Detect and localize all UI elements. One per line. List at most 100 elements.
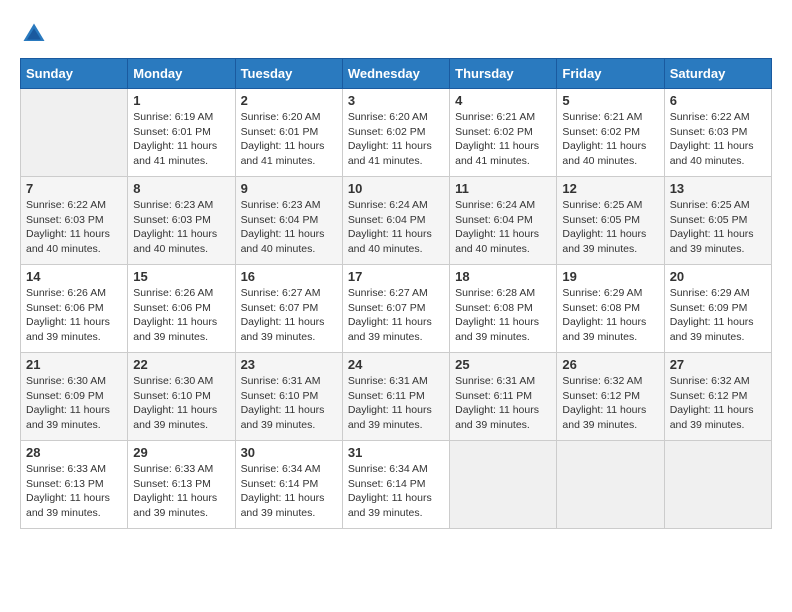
calendar-cell: 10Sunrise: 6:24 AMSunset: 6:04 PMDayligh… bbox=[342, 177, 449, 265]
day-info: Sunrise: 6:30 AMSunset: 6:10 PMDaylight:… bbox=[133, 374, 229, 433]
day-info: Sunrise: 6:23 AMSunset: 6:03 PMDaylight:… bbox=[133, 198, 229, 257]
calendar-cell: 30 Sunrise: 6:34 AMSunset: 6:14 PMDayligh… bbox=[235, 441, 342, 529]
day-number: 22 bbox=[133, 357, 229, 372]
logo bbox=[20, 20, 52, 48]
day-number: 23 bbox=[241, 357, 337, 372]
day-number: 19 bbox=[562, 269, 658, 284]
calendar-cell bbox=[664, 441, 771, 529]
calendar-cell: 8 Sunrise: 6:23 AMSunset: 6:03 PMDaylight… bbox=[128, 177, 235, 265]
week-row-1: 7 Sunrise: 6:22 AMSunset: 6:03 PMDaylight… bbox=[21, 177, 772, 265]
calendar-cell: 29 Sunrise: 6:33 AMSunset: 6:13 PMDayligh… bbox=[128, 441, 235, 529]
calendar-cell: 17Sunrise: 6:27 AMSunset: 6:07 PMDayligh… bbox=[342, 265, 449, 353]
day-info: Sunrise: 6:27 AMSunset: 6:07 PMDaylight:… bbox=[348, 286, 444, 345]
day-info: Sunrise: 6:28 AMSunset: 6:08 PMDaylight:… bbox=[455, 286, 551, 345]
calendar-cell: 25 Sunrise: 6:31 AMSunset: 6:11 PMDayligh… bbox=[450, 353, 557, 441]
day-info: Sunrise: 6:34 AMSunset: 6:14 PMDaylight:… bbox=[241, 462, 337, 521]
day-info: Sunrise: 6:21 AMSunset: 6:02 PMDaylight:… bbox=[562, 110, 658, 169]
day-info: Sunrise: 6:32 AMSunset: 6:12 PMDaylight:… bbox=[562, 374, 658, 433]
day-number: 15 bbox=[133, 269, 229, 284]
calendar-cell: 2 Sunrise: 6:20 AMSunset: 6:01 PMDaylight… bbox=[235, 89, 342, 177]
calendar-cell: 14Sunrise: 6:26 AMSunset: 6:06 PMDayligh… bbox=[21, 265, 128, 353]
day-number: 7 bbox=[26, 181, 122, 196]
day-info: Sunrise: 6:22 AMSunset: 6:03 PMDaylight:… bbox=[26, 198, 122, 257]
day-info: Sunrise: 6:25 AMSunset: 6:05 PMDaylight:… bbox=[670, 198, 766, 257]
day-info: Sunrise: 6:25 AMSunset: 6:05 PMDaylight:… bbox=[562, 198, 658, 257]
calendar-cell: 22 Sunrise: 6:30 AMSunset: 6:10 PMDayligh… bbox=[128, 353, 235, 441]
calendar-cell: 20 Sunrise: 6:29 AMSunset: 6:09 PMDayligh… bbox=[664, 265, 771, 353]
day-number: 25 bbox=[455, 357, 551, 372]
day-info: Sunrise: 6:19 AMSunset: 6:01 PMDaylight:… bbox=[133, 110, 229, 169]
day-info: Sunrise: 6:21 AMSunset: 6:02 PMDaylight:… bbox=[455, 110, 551, 169]
calendar-cell: 28 Sunrise: 6:33 AMSunset: 6:13 PMDayligh… bbox=[21, 441, 128, 529]
header-day-sunday: Sunday bbox=[21, 59, 128, 89]
day-info: Sunrise: 6:24 AMSunset: 6:04 PMDaylight:… bbox=[348, 198, 444, 257]
day-info: Sunrise: 6:20 AMSunset: 6:01 PMDaylight:… bbox=[241, 110, 337, 169]
day-info: Sunrise: 6:31 AMSunset: 6:11 PMDaylight:… bbox=[455, 374, 551, 433]
calendar-cell: 9 Sunrise: 6:23 AMSunset: 6:04 PMDaylight… bbox=[235, 177, 342, 265]
day-info: Sunrise: 6:30 AMSunset: 6:09 PMDaylight:… bbox=[26, 374, 122, 433]
day-info: Sunrise: 6:34 AMSunset: 6:14 PMDaylight:… bbox=[348, 462, 444, 521]
header-row: SundayMondayTuesdayWednesdayThursdayFrid… bbox=[21, 59, 772, 89]
day-number: 3 bbox=[348, 93, 444, 108]
day-info: Sunrise: 6:22 AMSunset: 6:03 PMDaylight:… bbox=[670, 110, 766, 169]
calendar-cell: 15 Sunrise: 6:26 AMSunset: 6:06 PMDayligh… bbox=[128, 265, 235, 353]
day-info: Sunrise: 6:33 AMSunset: 6:13 PMDaylight:… bbox=[26, 462, 122, 521]
day-number: 8 bbox=[133, 181, 229, 196]
calendar-cell: 27 Sunrise: 6:32 AMSunset: 6:12 PMDayligh… bbox=[664, 353, 771, 441]
day-number: 9 bbox=[241, 181, 337, 196]
header-day-monday: Monday bbox=[128, 59, 235, 89]
day-info: Sunrise: 6:26 AMSunset: 6:06 PMDaylight:… bbox=[133, 286, 229, 345]
calendar-cell: 26Sunrise: 6:32 AMSunset: 6:12 PMDayligh… bbox=[557, 353, 664, 441]
calendar-cell: 7 Sunrise: 6:22 AMSunset: 6:03 PMDaylight… bbox=[21, 177, 128, 265]
day-number: 4 bbox=[455, 93, 551, 108]
calendar-cell: 1 Sunrise: 6:19 AMSunset: 6:01 PMDaylight… bbox=[128, 89, 235, 177]
day-number: 18 bbox=[455, 269, 551, 284]
day-number: 14 bbox=[26, 269, 122, 284]
day-number: 30 bbox=[241, 445, 337, 460]
day-number: 29 bbox=[133, 445, 229, 460]
week-row-4: 28 Sunrise: 6:33 AMSunset: 6:13 PMDayligh… bbox=[21, 441, 772, 529]
day-number: 5 bbox=[562, 93, 658, 108]
calendar-cell: 19 Sunrise: 6:29 AMSunset: 6:08 PMDayligh… bbox=[557, 265, 664, 353]
week-row-3: 21 Sunrise: 6:30 AMSunset: 6:09 PMDayligh… bbox=[21, 353, 772, 441]
calendar-cell bbox=[450, 441, 557, 529]
calendar-cell: 21 Sunrise: 6:30 AMSunset: 6:09 PMDayligh… bbox=[21, 353, 128, 441]
day-info: Sunrise: 6:33 AMSunset: 6:13 PMDaylight:… bbox=[133, 462, 229, 521]
week-row-0: 1 Sunrise: 6:19 AMSunset: 6:01 PMDaylight… bbox=[21, 89, 772, 177]
day-number: 16 bbox=[241, 269, 337, 284]
day-number: 27 bbox=[670, 357, 766, 372]
day-number: 21 bbox=[26, 357, 122, 372]
day-number: 6 bbox=[670, 93, 766, 108]
calendar-cell: 4 Sunrise: 6:21 AMSunset: 6:02 PMDaylight… bbox=[450, 89, 557, 177]
day-info: Sunrise: 6:29 AMSunset: 6:09 PMDaylight:… bbox=[670, 286, 766, 345]
calendar-body: 1 Sunrise: 6:19 AMSunset: 6:01 PMDaylight… bbox=[21, 89, 772, 529]
day-info: Sunrise: 6:32 AMSunset: 6:12 PMDaylight:… bbox=[670, 374, 766, 433]
calendar-cell: 18 Sunrise: 6:28 AMSunset: 6:08 PMDayligh… bbox=[450, 265, 557, 353]
calendar-cell: 11 Sunrise: 6:24 AMSunset: 6:04 PMDayligh… bbox=[450, 177, 557, 265]
calendar-cell: 12 Sunrise: 6:25 AMSunset: 6:05 PMDayligh… bbox=[557, 177, 664, 265]
day-info: Sunrise: 6:23 AMSunset: 6:04 PMDaylight:… bbox=[241, 198, 337, 257]
day-number: 11 bbox=[455, 181, 551, 196]
day-number: 20 bbox=[670, 269, 766, 284]
day-number: 24 bbox=[348, 357, 444, 372]
day-info: Sunrise: 6:29 AMSunset: 6:08 PMDaylight:… bbox=[562, 286, 658, 345]
day-number: 28 bbox=[26, 445, 122, 460]
calendar-cell: 13 Sunrise: 6:25 AMSunset: 6:05 PMDayligh… bbox=[664, 177, 771, 265]
day-info: Sunrise: 6:24 AMSunset: 6:04 PMDaylight:… bbox=[455, 198, 551, 257]
day-info: Sunrise: 6:31 AMSunset: 6:11 PMDaylight:… bbox=[348, 374, 444, 433]
day-info: Sunrise: 6:27 AMSunset: 6:07 PMDaylight:… bbox=[241, 286, 337, 345]
header-day-friday: Friday bbox=[557, 59, 664, 89]
header-day-tuesday: Tuesday bbox=[235, 59, 342, 89]
header-day-saturday: Saturday bbox=[664, 59, 771, 89]
week-row-2: 14 Sunrise: 6:26 AMSunset: 6:06 PMDayligh… bbox=[21, 265, 772, 353]
day-number: 31 bbox=[348, 445, 444, 460]
day-number: 2 bbox=[241, 93, 337, 108]
day-info: Sunrise: 6:31 AMSunset: 6:10 PMDaylight:… bbox=[241, 374, 337, 433]
day-number: 1 bbox=[133, 93, 229, 108]
calendar-cell: 24 Sunrise: 6:31 AMSunset: 6:11 PMDayligh… bbox=[342, 353, 449, 441]
day-number: 13 bbox=[670, 181, 766, 196]
day-number: 12 bbox=[562, 181, 658, 196]
page-header bbox=[20, 20, 772, 48]
calendar-table: SundayMondayTuesdayWednesdayThursdayFrid… bbox=[20, 58, 772, 529]
calendar-cell: 6 Sunrise: 6:22 AMSunset: 6:03 PMDaylight… bbox=[664, 89, 771, 177]
